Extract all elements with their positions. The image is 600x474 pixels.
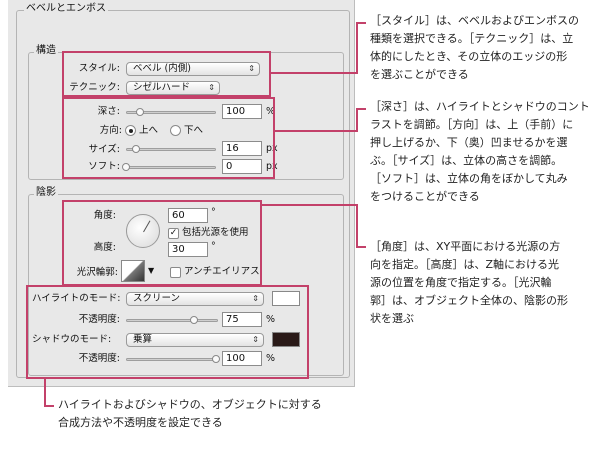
annotation-line: 押し上げるか、下（奥）凹ませるかを選 bbox=[370, 136, 568, 149]
annotation-line: を選ぶことができる bbox=[370, 68, 469, 81]
annotation-line: 郭］は、オブジェクト全体の、陰影の形 bbox=[370, 294, 568, 307]
annotation-note-4: ハイライトおよびシャドウの、オブジェクトに対する 合成方法や不透明度を設定できる bbox=[58, 396, 322, 432]
annotation-note-2: ［深さ］は、ハイライトとシャドウのコント ラストを調節。［方向］は、上（手前）に… bbox=[370, 98, 590, 206]
connector-2-tick bbox=[356, 108, 366, 110]
connector-2-v bbox=[356, 108, 358, 132]
annotation-line: 状を選ぶ bbox=[370, 312, 414, 325]
annotation-line: ぶ。［サイズ］は、立体の高さを調節。 bbox=[370, 154, 563, 167]
bevel-emboss-title: ベベルとエンボス bbox=[24, 3, 108, 15]
highlight-box-modes bbox=[26, 285, 309, 379]
connector-1-tick bbox=[356, 22, 366, 24]
annotation-line: をつけることができる bbox=[370, 190, 480, 203]
connector-1-h bbox=[271, 72, 358, 74]
highlight-box-structure bbox=[62, 97, 275, 179]
connector-1-v bbox=[356, 22, 358, 74]
highlight-box-shading bbox=[62, 200, 262, 286]
connector-4-tick bbox=[44, 405, 54, 407]
highlight-box-style bbox=[62, 51, 271, 97]
annotation-line: ［深さ］は、ハイライトとシャドウのコント bbox=[370, 100, 590, 113]
shading-title: 陰影 bbox=[34, 187, 58, 199]
connector-4-v bbox=[44, 379, 46, 407]
connector-3-v bbox=[356, 204, 358, 248]
annotation-line: 向を指定。［高度］は、Z軸における光 bbox=[370, 258, 560, 271]
annotation-line: ［スタイル］は、ベベルおよびエンボスの bbox=[370, 14, 579, 27]
annotation-line: ［角度］は、XY平面における光源の方 bbox=[370, 240, 561, 253]
connector-3-tick bbox=[356, 246, 366, 248]
annotation-line: ［ソフト］は、立体の角をぼかして丸み bbox=[370, 172, 568, 185]
annotation-note-3: ［角度］は、XY平面における光源の方 向を指定。［高度］は、Z軸における光 源の… bbox=[370, 238, 568, 328]
annotation-line: 種類を選択できる。［テクニック］は、立 bbox=[370, 32, 574, 45]
structure-title: 構造 bbox=[34, 45, 58, 57]
annotation-line: 源の位置を角度で指定する。［光沢輪 bbox=[370, 276, 552, 289]
annotation-line: 合成方法や不透明度を設定できる bbox=[58, 416, 223, 429]
connector-3-h bbox=[262, 204, 358, 206]
annotation-line: 体的にしたとき、その立体のエッジの形 bbox=[370, 50, 568, 63]
connector-2-h bbox=[275, 130, 358, 132]
annotation-note-1: ［スタイル］は、ベベルおよびエンボスの 種類を選択できる。［テクニック］は、立 … bbox=[370, 12, 579, 84]
annotation-line: ラストを調節。［方向］は、上（手前）に bbox=[370, 118, 574, 131]
annotation-line: ハイライトおよびシャドウの、オブジェクトに対する bbox=[58, 398, 322, 411]
